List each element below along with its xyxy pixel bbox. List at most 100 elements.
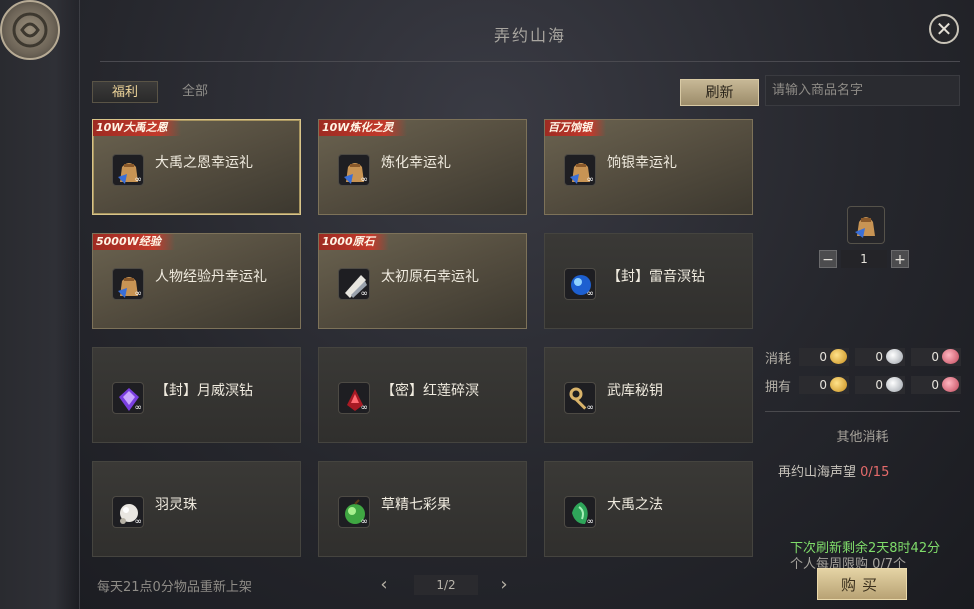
infinite-badge: ∞ xyxy=(360,517,369,527)
search-input[interactable] xyxy=(765,75,960,106)
item-card[interactable]: ∞ 【封】雷音溟钻 xyxy=(544,233,753,329)
item-card[interactable]: 5000W经验 ∞ 人物经验丹幸运礼 xyxy=(92,233,301,329)
infinite-badge: ∞ xyxy=(586,175,595,185)
item-card[interactable]: 10W大禹之恩 ∞ 大禹之恩幸运礼 xyxy=(92,119,301,215)
cost-silver: 0 xyxy=(855,348,905,366)
infinite-badge: ∞ xyxy=(586,517,595,527)
item-ribbon: 百万饷银 xyxy=(545,120,606,136)
item-name: 【密】红莲碎溟 xyxy=(381,383,479,399)
close-icon: ✕ xyxy=(935,17,953,41)
item-card[interactable]: 10W炼化之灵 ∞ 炼化幸运礼 xyxy=(318,119,527,215)
gift-bag-icon: ∞ xyxy=(112,268,144,300)
quantity-value[interactable]: 1 xyxy=(841,250,887,268)
page-indicator: 1/2 xyxy=(414,575,478,595)
infinite-badge: ∞ xyxy=(586,403,595,413)
own-label: 拥有 xyxy=(765,380,792,395)
silver-coin-icon xyxy=(886,349,903,364)
restock-note: 每天21点0分物品重新上架 xyxy=(97,580,252,595)
prestige-requirement: 再约山海声望 0/15 xyxy=(778,461,889,480)
gold-coin-icon xyxy=(830,377,847,392)
infinite-badge: ∞ xyxy=(134,175,143,185)
next-page-button[interactable]: › xyxy=(496,574,512,596)
own-pink-value: 0 xyxy=(931,378,939,392)
infinite-badge: ∞ xyxy=(134,403,143,413)
quantity-minus-button[interactable]: − xyxy=(819,250,837,268)
pink-coin-icon xyxy=(942,349,959,364)
close-button[interactable]: ✕ xyxy=(929,14,959,44)
own-row: 拥有 0 0 0 xyxy=(765,376,961,395)
item-name: 太初原石幸运礼 xyxy=(381,269,479,285)
divider xyxy=(765,411,960,412)
cost-pink: 0 xyxy=(911,348,961,366)
tab-welfare[interactable]: 福利 xyxy=(92,81,158,103)
own-silver-value: 0 xyxy=(875,378,883,392)
item-card[interactable]: ∞ 【密】红莲碎溟 xyxy=(318,347,527,443)
cost-gold: 0 xyxy=(799,348,849,366)
prev-page-button[interactable]: ‹ xyxy=(376,574,392,596)
item-detail-panel: − 1 + 消耗 0 0 0 拥有 0 0 0 其他消耗 再约山海声望 0/15 xyxy=(765,112,961,602)
red-shard-icon: ∞ xyxy=(338,382,370,414)
prestige-label: 再约山海声望 xyxy=(778,465,857,480)
infinite-badge: ∞ xyxy=(134,517,143,527)
selected-item-icon xyxy=(847,206,885,244)
item-name: 羽灵珠 xyxy=(155,497,197,513)
infinite-badge: ∞ xyxy=(360,175,369,185)
own-silver: 0 xyxy=(855,376,905,394)
pearl-icon: ∞ xyxy=(112,496,144,528)
cost-row: 消耗 0 0 0 xyxy=(765,348,961,367)
item-name: 人物经验丹幸运礼 xyxy=(155,269,267,285)
pink-coin-icon xyxy=(942,377,959,392)
item-card[interactable]: 1000原石 ∞ 太初原石幸运礼 xyxy=(318,233,527,329)
title-bar: 弄约山海 xyxy=(100,6,960,62)
infinite-badge: ∞ xyxy=(360,289,369,299)
pagination: ‹ 1/2 › xyxy=(376,574,516,596)
item-name: 【封】雷音溟钻 xyxy=(607,269,705,285)
cost-silver-value: 0 xyxy=(875,350,883,364)
gift-bag-icon: ∞ xyxy=(112,154,144,186)
item-card[interactable]: ∞ 大禹之法 xyxy=(544,461,753,557)
key-icon: ∞ xyxy=(564,382,596,414)
item-card[interactable]: ∞ 草精七彩果 xyxy=(318,461,527,557)
own-pink: 0 xyxy=(911,376,961,394)
quantity-stepper: − 1 + xyxy=(819,250,929,270)
window-title: 弄约山海 xyxy=(493,26,566,45)
shop-window: 弄约山海 ✕ 福利 全部 刷新 10W大禹之恩 ∞ 大禹之恩幸运礼 10W炼化之灵 ∞ 炼… xyxy=(0,0,974,609)
infinite-badge: ∞ xyxy=(360,403,369,413)
cost-gold-value: 0 xyxy=(819,350,827,364)
item-ribbon: 5000W经验 xyxy=(93,234,175,250)
green-fruit-icon: ∞ xyxy=(338,496,370,528)
item-name: 草精七彩果 xyxy=(381,497,451,513)
other-cost-label: 其他消耗 xyxy=(836,430,889,445)
buy-button[interactable]: 购买 xyxy=(817,568,907,600)
gift-bag-icon: ∞ xyxy=(564,154,596,186)
infinite-badge: ∞ xyxy=(134,289,143,299)
emblem-icon xyxy=(0,0,60,60)
item-name: 武库秘钥 xyxy=(607,383,663,399)
cost-label: 消耗 xyxy=(765,352,792,367)
purple-gem-icon: ∞ xyxy=(112,382,144,414)
tab-all[interactable]: 全部 xyxy=(162,81,228,103)
crystal-icon: ∞ xyxy=(338,268,370,300)
item-name: 【封】月威溟钻 xyxy=(155,383,253,399)
blue-gem-icon: ∞ xyxy=(564,268,596,300)
item-card[interactable]: ∞ 武库秘钥 xyxy=(544,347,753,443)
infinite-badge: ∞ xyxy=(586,289,595,299)
item-card[interactable]: 百万饷银 ∞ 饷银幸运礼 xyxy=(544,119,753,215)
left-decoration xyxy=(0,0,80,609)
item-card[interactable]: ∞ 羽灵珠 xyxy=(92,461,301,557)
gold-coin-icon xyxy=(830,349,847,364)
gift-bag-icon: ∞ xyxy=(338,154,370,186)
item-ribbon: 10W大禹之恩 xyxy=(93,120,182,136)
prestige-value: 0/15 xyxy=(860,465,890,480)
own-gold-value: 0 xyxy=(819,378,827,392)
item-name: 饷银幸运礼 xyxy=(607,155,677,171)
cost-pink-value: 0 xyxy=(931,350,939,364)
item-card[interactable]: ∞ 【封】月威溟钻 xyxy=(92,347,301,443)
quantity-plus-button[interactable]: + xyxy=(891,250,909,268)
own-gold: 0 xyxy=(799,376,849,394)
refresh-button[interactable]: 刷新 xyxy=(680,79,759,106)
silver-coin-icon xyxy=(886,377,903,392)
item-name: 炼化幸运礼 xyxy=(381,155,451,171)
item-ribbon: 10W炼化之灵 xyxy=(319,120,408,136)
item-ribbon: 1000原石 xyxy=(319,234,389,250)
